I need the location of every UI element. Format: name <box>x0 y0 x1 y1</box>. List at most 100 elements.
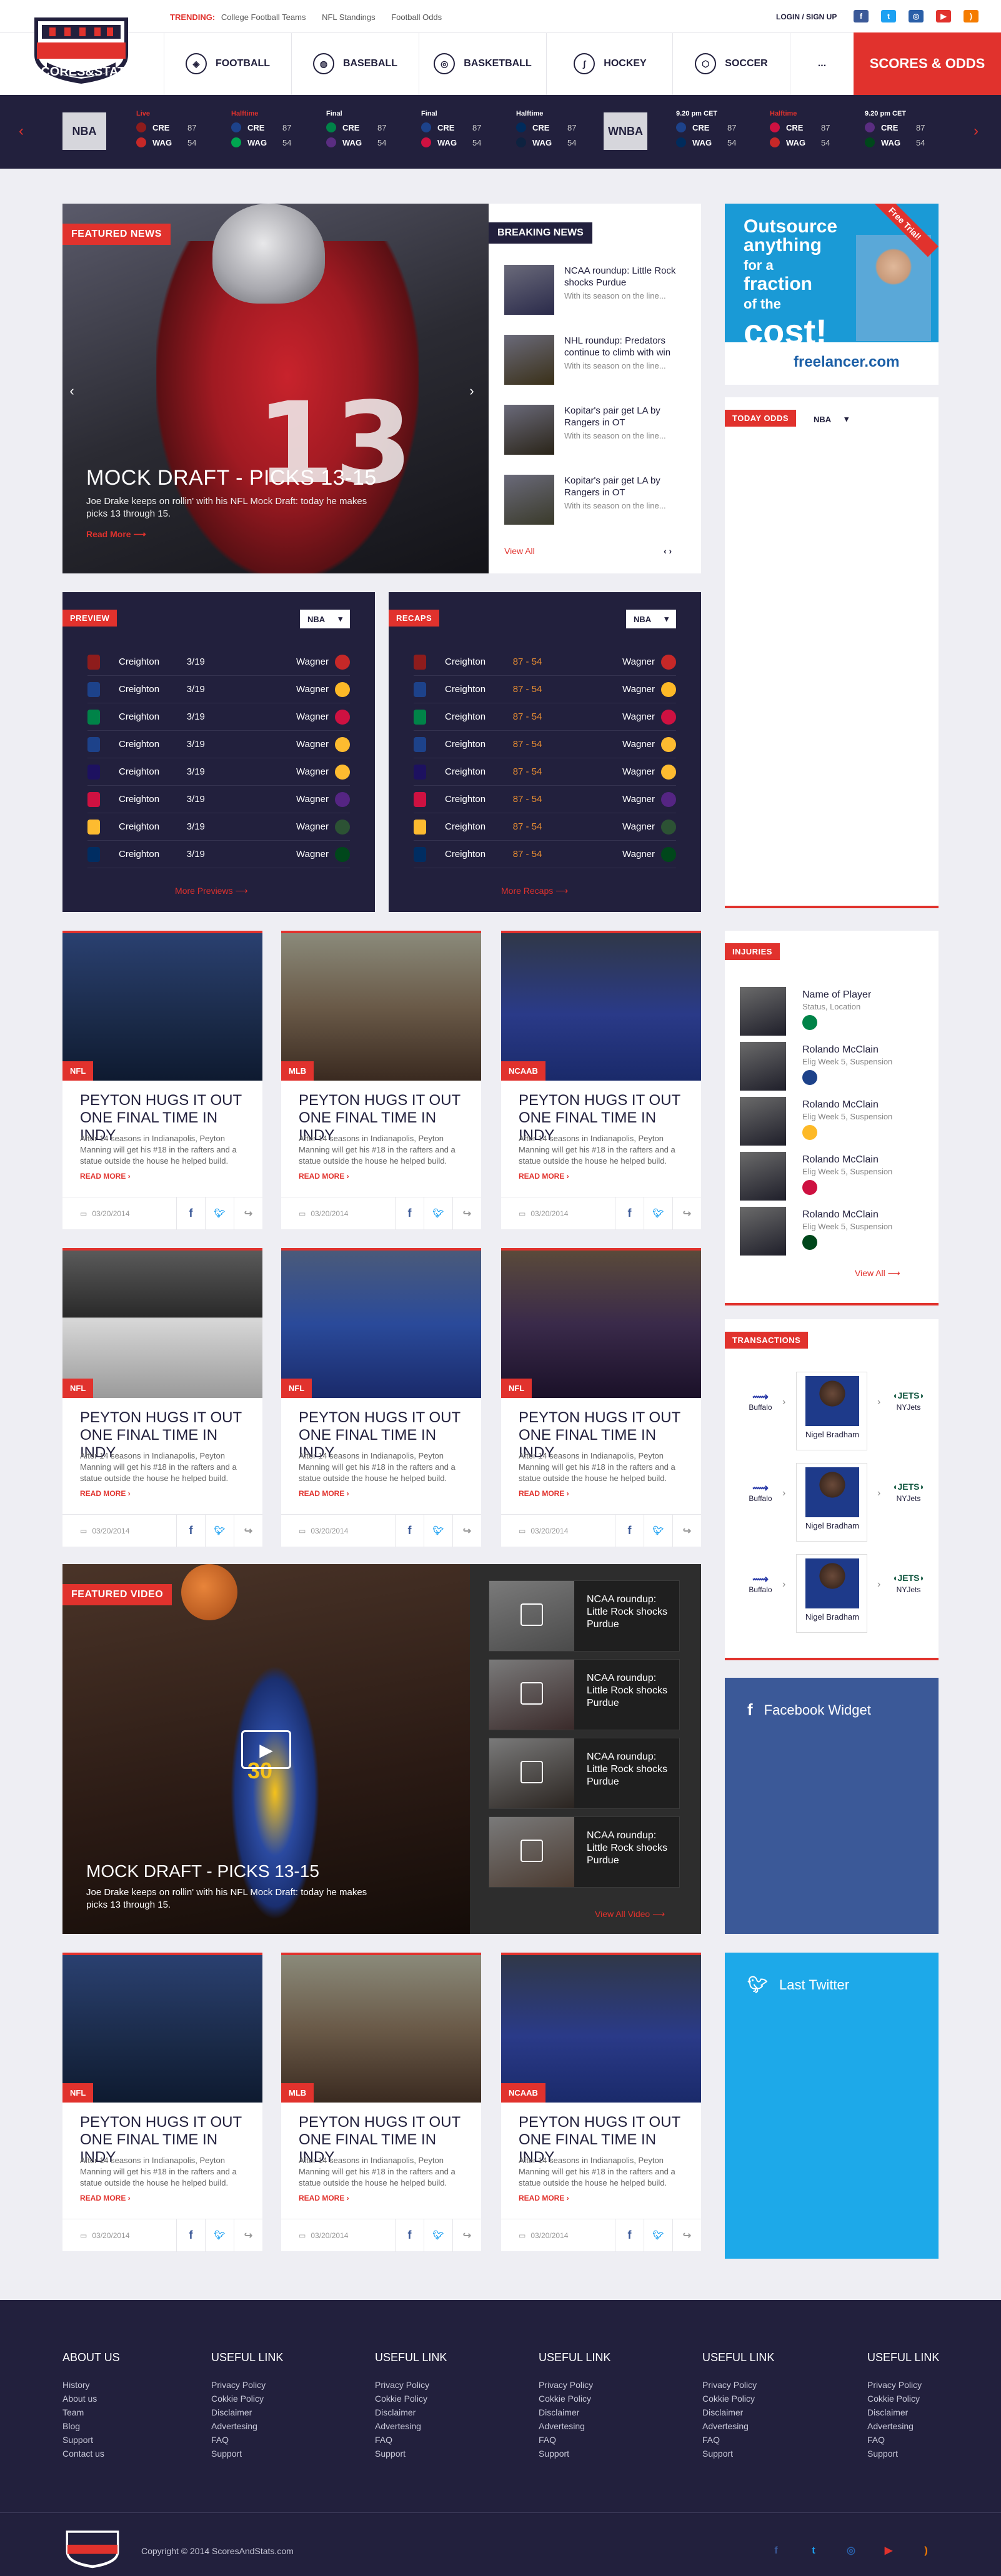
footer-logo[interactable] <box>62 2525 122 2571</box>
share-icon[interactable]: ↪ <box>234 1514 262 1547</box>
news-card[interactable]: MLB PEYTON HUGS IT OUT ONE FINAL TIME IN … <box>281 1953 481 2252</box>
facebook-share-icon[interactable]: f <box>176 1197 205 1230</box>
game-row[interactable]: Creighton 3/19 Wagner <box>87 731 350 758</box>
game-row[interactable]: Creighton 3/19 Wagner <box>87 758 350 786</box>
share-icon[interactable]: ↪ <box>234 2219 262 2252</box>
slider-prev-icon[interactable]: ‹ <box>62 379 81 404</box>
slider-next-icon[interactable]: › <box>462 379 481 404</box>
footer-link[interactable]: Privacy Policy <box>211 2378 336 2392</box>
featured-title[interactable]: MOCK DRAFT - PICKS 13-15 <box>86 466 386 490</box>
facebook-icon[interactable]: f <box>854 10 869 22</box>
footer-link[interactable]: Disclaimer <box>211 2405 336 2419</box>
share-icon[interactable]: ↪ <box>672 2219 701 2252</box>
login-link[interactable]: LOGIN / SIGN UP <box>776 12 837 21</box>
game-row[interactable]: Creighton 3/19 Wagner <box>87 703 350 731</box>
instagram-icon[interactable]: ◎ <box>909 10 924 22</box>
footer-link[interactable]: Team <box>62 2405 187 2419</box>
game-row[interactable]: Creighton 87 - 54 Wagner <box>414 648 676 676</box>
ticker-game[interactable]: 9.20 pm CET CRE 87 WAG 54 <box>676 110 770 160</box>
read-more-link[interactable]: READ MORE › <box>519 2194 569 2202</box>
view-all-link[interactable]: View All <box>504 546 535 556</box>
twitter-share-icon[interactable]: 🐦︎ <box>205 1514 234 1547</box>
footer-link[interactable]: Blog <box>62 2419 187 2433</box>
footer-link[interactable]: Advertesing <box>375 2419 500 2433</box>
footer-link[interactable]: FAQ <box>867 2433 992 2447</box>
breaking-pager-icon[interactable]: ‹ › <box>664 546 672 556</box>
footer-link[interactable]: About us <box>62 2392 187 2405</box>
league-badge[interactable]: WNBA <box>604 112 647 150</box>
league-badge[interactable]: NBA <box>62 112 106 150</box>
footer-link[interactable]: Privacy Policy <box>867 2378 992 2392</box>
news-card[interactable]: NCAAB PEYTON HUGS IT OUT ONE FINAL TIME I… <box>501 1953 701 2252</box>
odds-league-select[interactable]: NBA ▾ <box>806 410 856 429</box>
injury-item[interactable]: Rolando McClain Elig Week 5, Suspension <box>740 1152 927 1202</box>
footer-link[interactable]: Support <box>62 2433 187 2447</box>
footer-link[interactable]: Privacy Policy <box>375 2378 500 2392</box>
facebook-share-icon[interactable]: f <box>615 2219 644 2252</box>
game-row[interactable]: Creighton 3/19 Wagner <box>87 648 350 676</box>
ticker-next-icon[interactable]: › <box>974 122 979 140</box>
breaking-news-item[interactable]: NCAA roundup: Little Rock shocks Purdue W… <box>504 265 692 321</box>
share-icon[interactable]: ↪ <box>234 1197 262 1230</box>
ticker-game[interactable]: Final CRE 87 WAG 54 <box>421 110 515 160</box>
more-previews-link[interactable]: More Previews ⟶ <box>175 886 248 896</box>
more-menu[interactable]: ... <box>790 32 854 95</box>
footer-link[interactable]: Advertesing <box>211 2419 336 2433</box>
twitter-share-icon[interactable]: 🐦︎ <box>424 1514 452 1547</box>
footer-link[interactable]: Disclaimer <box>867 2405 992 2419</box>
game-row[interactable]: Creighton 87 - 54 Wagner <box>414 786 676 813</box>
news-card[interactable]: NCAAB PEYTON HUGS IT OUT ONE FINAL TIME I… <box>501 931 701 1230</box>
game-row[interactable]: Creighton 3/19 Wagner <box>87 786 350 813</box>
footer-link[interactable]: Cokkie Policy <box>867 2392 992 2405</box>
ticker-game[interactable]: Final CRE 87 WAG 54 <box>326 110 420 160</box>
footer-link[interactable]: FAQ <box>211 2433 336 2447</box>
news-card[interactable]: NFL PEYTON HUGS IT OUT ONE FINAL TIME IN … <box>62 931 262 1230</box>
footer-link[interactable]: Advertesing <box>867 2419 992 2433</box>
rss-icon[interactable]: ) <box>964 10 979 22</box>
twitter-share-icon[interactable]: 🐦︎ <box>644 1514 672 1547</box>
ticker-game[interactable]: Halftime CRE 87 WAG 54 <box>516 110 610 160</box>
ticker-game[interactable]: Halftime CRE 87 WAG 54 <box>231 110 325 160</box>
footer-link[interactable]: Support <box>539 2447 664 2460</box>
transaction-row[interactable]: ⟿ Buffalo › Nigel Bradham › ◖JETS◗ NYJets <box>740 1463 927 1544</box>
read-more-link[interactable]: READ MORE › <box>299 1172 349 1181</box>
injury-item[interactable]: Name of Player Status, Location <box>740 987 927 1037</box>
footer-link[interactable]: Cokkie Policy <box>375 2392 500 2405</box>
read-more-link[interactable]: READ MORE › <box>80 1489 131 1498</box>
injuries-view-all-link[interactable]: View All ⟶ <box>855 1268 900 1279</box>
game-row[interactable]: Creighton 87 - 54 Wagner <box>414 676 676 703</box>
game-row[interactable]: Creighton 87 - 54 Wagner <box>414 731 676 758</box>
twitter-share-icon[interactable]: 🐦︎ <box>424 2219 452 2252</box>
featured-news[interactable]: 13 FEATURED NEWS ‹ › MOCK DRAFT - PICKS … <box>62 204 489 573</box>
video-item[interactable]: NCAA roundup: Little Rock shocks Purdue <box>489 1659 680 1730</box>
transaction-row[interactable]: ⟿ Buffalo › Nigel Bradham › ◖JETS◗ NYJets <box>740 1554 927 1635</box>
game-row[interactable]: Creighton 87 - 54 Wagner <box>414 813 676 841</box>
footer-link[interactable]: Cokkie Policy <box>539 2392 664 2405</box>
facebook-icon[interactable]: f <box>767 2542 785 2560</box>
injury-item[interactable]: Rolando McClain Elig Week 5, Suspension <box>740 1207 927 1257</box>
facebook-share-icon[interactable]: f <box>395 1514 424 1547</box>
footer-link[interactable]: Disclaimer <box>375 2405 500 2419</box>
footer-link[interactable]: Advertesing <box>539 2419 664 2433</box>
youtube-icon[interactable]: ▶ <box>936 10 951 22</box>
news-card[interactable]: NFL PEYTON HUGS IT OUT ONE FINAL TIME IN … <box>62 1953 262 2252</box>
nav-item-baseball[interactable]: ◍ BASEBALL <box>291 32 419 95</box>
footer-link[interactable]: FAQ <box>375 2433 500 2447</box>
facebook-share-icon[interactable]: f <box>176 1514 205 1547</box>
advertisement[interactable]: Outsource anything for a fraction of the… <box>725 204 939 385</box>
game-row[interactable]: Creighton 87 - 54 Wagner <box>414 758 676 786</box>
nav-item-hockey[interactable]: ∫ HOCKEY <box>546 32 674 95</box>
twitter-share-icon[interactable]: 🐦︎ <box>205 1197 234 1230</box>
recaps-league-select[interactable]: NBA ▾ <box>626 610 676 628</box>
game-row[interactable]: Creighton 87 - 54 Wagner <box>414 841 676 868</box>
game-row[interactable]: Creighton 87 - 54 Wagner <box>414 703 676 731</box>
game-row[interactable]: Creighton 3/19 Wagner <box>87 676 350 703</box>
video-item[interactable]: NCAA roundup: Little Rock shocks Purdue <box>489 1816 680 1888</box>
footer-link[interactable]: Support <box>211 2447 336 2460</box>
share-icon[interactable]: ↪ <box>452 1514 481 1547</box>
transaction-row[interactable]: ⟿ Buffalo › Nigel Bradham › ◖JETS◗ NYJets <box>740 1372 927 1453</box>
footer-link[interactable]: FAQ <box>702 2433 827 2447</box>
twitter-share-icon[interactable]: 🐦︎ <box>644 2219 672 2252</box>
featured-video[interactable]: 30 FEATURED VIDEO ▶ MOCK DRAFT - PICKS 1… <box>62 1564 470 1934</box>
read-more-link[interactable]: READ MORE › <box>299 2194 349 2202</box>
